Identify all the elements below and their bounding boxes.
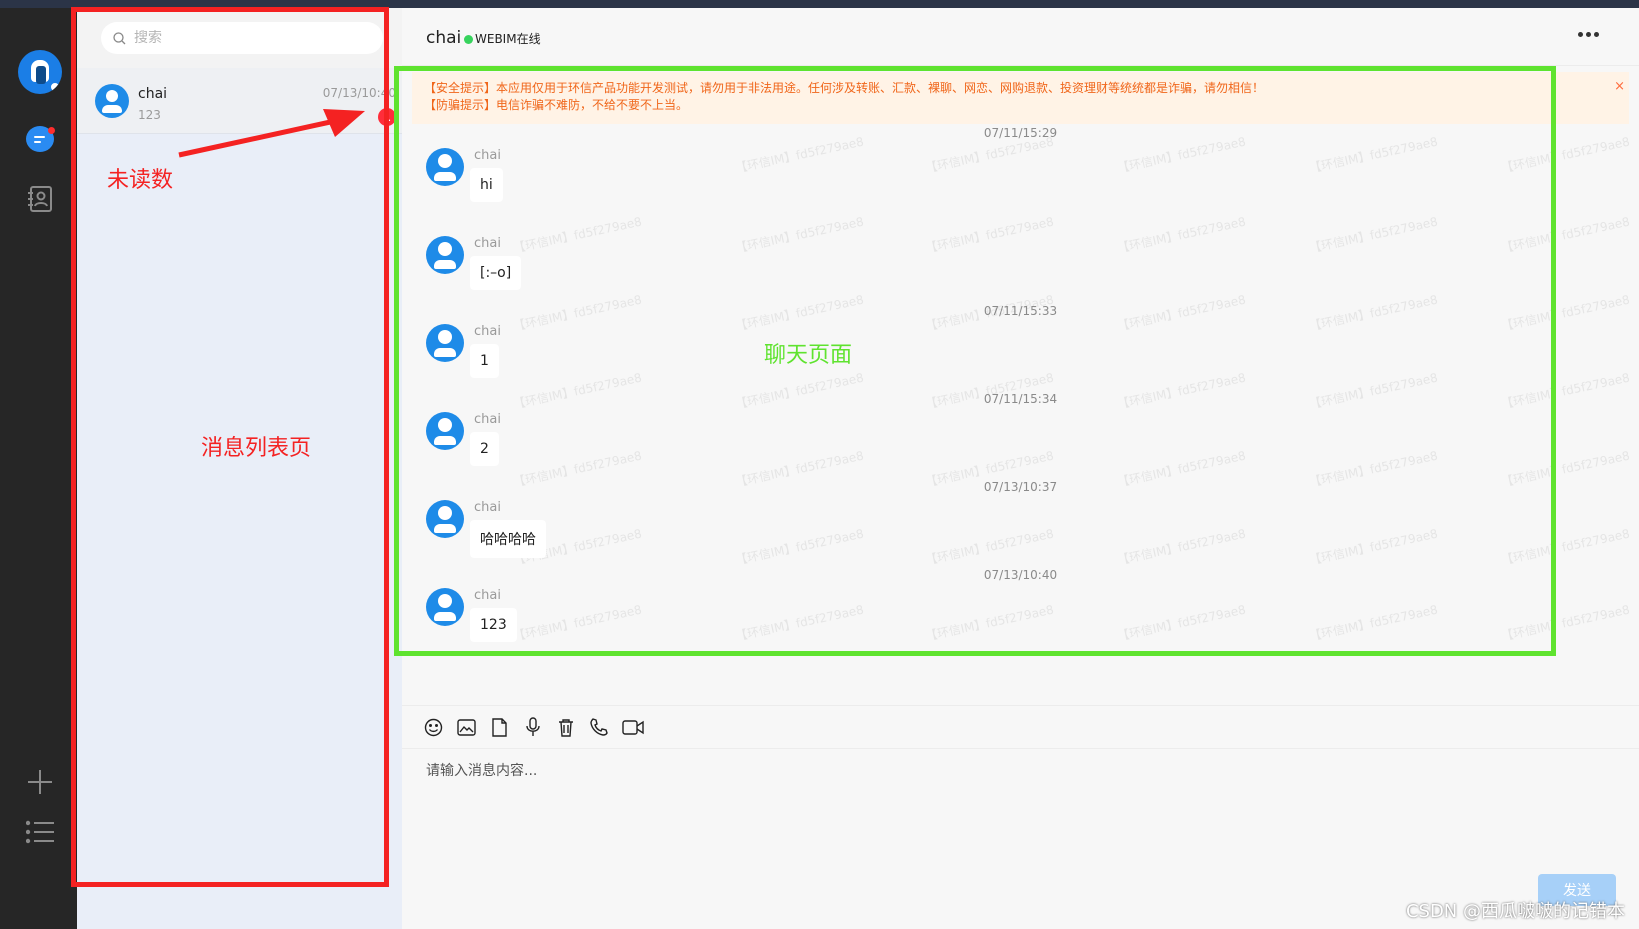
user-avatar[interactable] [18, 50, 62, 94]
phone-icon[interactable] [589, 718, 608, 737]
online-status-dot [464, 35, 473, 44]
left-rail [0, 8, 77, 929]
trash-icon[interactable] [556, 718, 575, 737]
image-icon[interactable] [457, 718, 476, 737]
microphone-icon[interactable] [523, 717, 542, 737]
csdn-watermark: CSDN @西瓜啵啵的记错本 [1405, 901, 1625, 922]
annotation-chat-box [394, 66, 1556, 656]
message-input-area[interactable] [426, 760, 1606, 860]
chat-icon-line [34, 136, 45, 138]
video-icon[interactable] [622, 718, 644, 737]
chat-title: chai [426, 28, 462, 48]
file-icon[interactable] [490, 717, 509, 737]
annotation-unread-label: 未读数 [107, 168, 174, 193]
notice-close-icon[interactable]: × [1614, 78, 1625, 95]
online-status-text: WEBIM在线 [475, 32, 541, 46]
message-toolbar [402, 705, 1639, 749]
plus-icon[interactable] [24, 766, 56, 798]
list-icon[interactable] [24, 816, 56, 848]
annotation-chat-label: 聊天页面 [764, 343, 853, 368]
more-horizontal-icon[interactable] [1578, 32, 1599, 37]
avatar-figure-detail [36, 66, 46, 84]
chat-unread-dot [48, 127, 55, 134]
contacts-icon[interactable] [24, 183, 56, 215]
chat-header: chai WEBIM在线 [402, 8, 1639, 66]
message-input[interactable] [426, 760, 1606, 860]
annotation-list-label: 消息列表页 [201, 436, 312, 461]
emoji-icon[interactable] [424, 718, 443, 737]
annotation-arrow [178, 109, 365, 158]
user-status-dot [50, 82, 60, 92]
chat-icon[interactable] [26, 126, 55, 152]
chat-icon-line [34, 141, 41, 143]
